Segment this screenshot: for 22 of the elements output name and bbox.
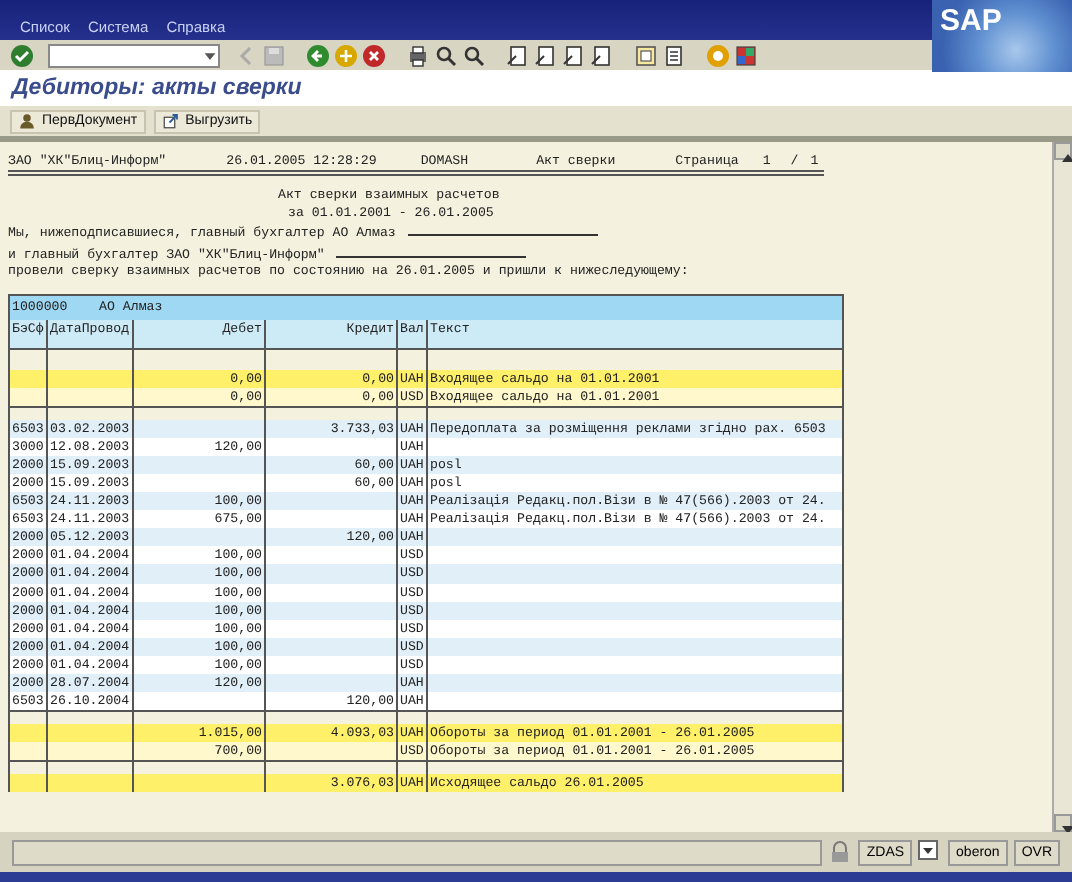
screen-title: Дебиторы: акты сверки: [12, 76, 302, 100]
dropdown-icon[interactable]: [202, 47, 218, 63]
page-icon[interactable]: [534, 43, 558, 67]
dropdown-icon[interactable]: [918, 840, 943, 864]
page-icon[interactable]: [590, 43, 614, 67]
layout-icon[interactable]: [734, 43, 758, 67]
scrollbar[interactable]: [1052, 142, 1072, 832]
person-icon: [18, 112, 36, 130]
print-icon[interactable]: [406, 43, 430, 67]
cancel-icon[interactable]: [362, 43, 386, 67]
back-icon[interactable]: [306, 43, 330, 67]
export-icon: [161, 112, 180, 130]
command-field[interactable]: [48, 43, 220, 67]
check-icon[interactable]: [10, 43, 34, 67]
search-icon[interactable]: [462, 43, 486, 67]
page-icon[interactable]: [562, 43, 586, 67]
search-icon[interactable]: [434, 43, 458, 67]
document-icon[interactable]: [662, 43, 686, 67]
logo: SAP: [932, 0, 1072, 72]
window-icon[interactable]: [634, 43, 658, 67]
page-icon[interactable]: [506, 43, 530, 67]
lock-icon[interactable]: [828, 840, 853, 864]
